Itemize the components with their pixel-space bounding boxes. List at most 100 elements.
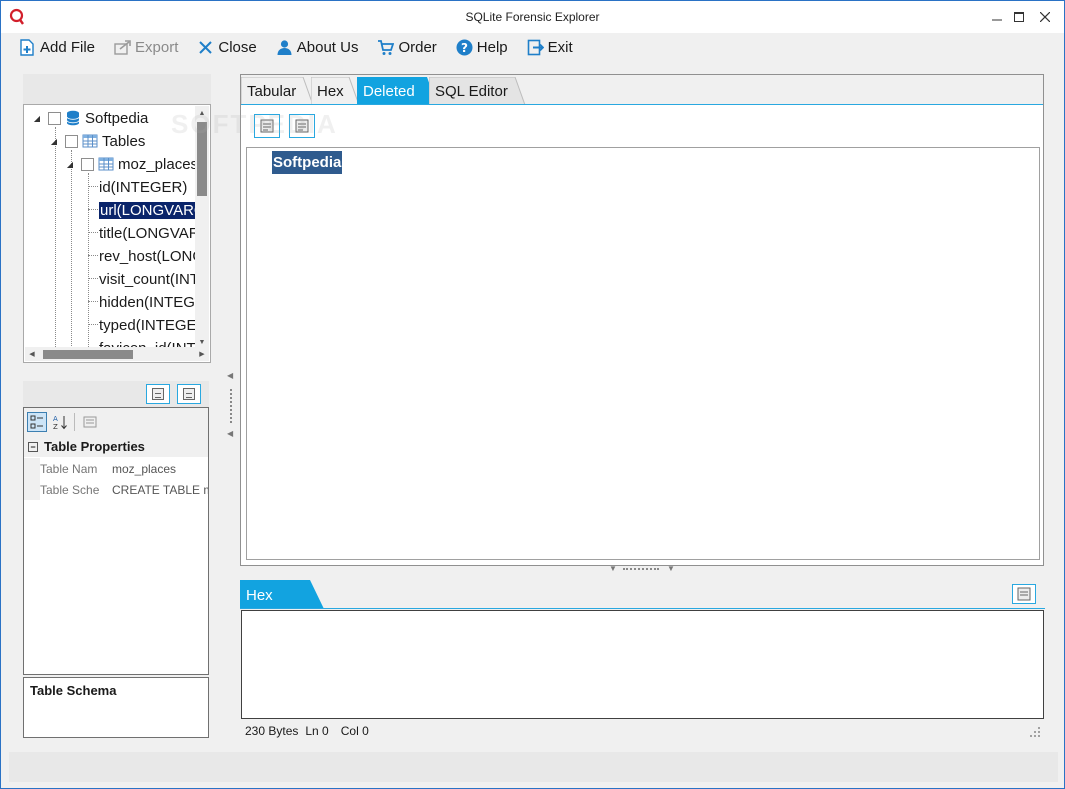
help-button[interactable]: ? Help: [446, 34, 517, 61]
tab-tabular[interactable]: Tabular: [241, 77, 314, 105]
tree-node-database[interactable]: ◢ Softpedia: [32, 107, 148, 129]
tree-connector: [55, 127, 56, 362]
table-icon: [82, 134, 98, 148]
tree-checkbox[interactable]: [65, 134, 78, 148]
about-us-button[interactable]: About Us: [266, 34, 368, 61]
tree-connector: [88, 209, 98, 210]
tree-connector: [88, 301, 98, 302]
deleted-db-node[interactable]: Softpedia: [272, 151, 343, 174]
tab-hex[interactable]: Hex: [311, 77, 360, 105]
property-row[interactable]: Table Nam moz_places: [24, 458, 208, 479]
tree-node-column[interactable]: typed(INTEGEI: [99, 314, 201, 336]
svg-text:Z: Z: [53, 423, 58, 430]
column-position: Col 0: [340, 724, 369, 738]
export-icon: [114, 39, 131, 56]
watermark: SOFTPEDIA: [171, 109, 338, 139]
splitter-grip: [230, 389, 232, 423]
hex-tab-underline: [240, 608, 1045, 609]
properties-save-button[interactable]: [177, 384, 201, 404]
properties-export-button[interactable]: [146, 384, 170, 404]
column-label: visit_count(INT: [99, 270, 200, 288]
tab-sql-editor[interactable]: SQL Editor: [429, 77, 529, 105]
splitter-arrow-icon: ◀: [227, 371, 234, 380]
hex-status-bar: 230 Bytes Ln 0 Col 0: [245, 724, 369, 738]
user-icon: [276, 39, 293, 56]
splitter-arrow-icon: ▼: [667, 564, 675, 573]
property-category[interactable]: − Table Properties: [24, 436, 208, 457]
tree-node-tables[interactable]: ◢ Tables: [49, 130, 145, 152]
order-button[interactable]: Order: [367, 34, 445, 61]
splitter-arrow-icon: ▼: [609, 564, 617, 573]
window-close-button[interactable]: [1033, 5, 1057, 29]
table-schema-panel: Table Schema: [23, 677, 209, 738]
scroll-right-icon[interactable]: ▶: [195, 347, 209, 361]
column-label: title(LONGVAR: [99, 224, 200, 242]
alphabetical-view-button[interactable]: AZ: [50, 412, 70, 432]
minimize-button[interactable]: [985, 5, 1009, 29]
property-value: moz_places: [112, 461, 177, 476]
property-name: Table Nam: [40, 461, 98, 476]
resize-grip-icon[interactable]: [1029, 726, 1041, 738]
property-grid: AZ − Table Properties Table Nam moz_plac…: [23, 407, 209, 675]
property-row[interactable]: Table Sche CREATE TABLE m: [24, 479, 208, 500]
tree-node-column[interactable]: hidden(INTEG: [99, 291, 195, 313]
properties-header: [23, 381, 209, 407]
maximize-icon: [1014, 12, 1024, 22]
tree-node-column[interactable]: rev_host(LONG: [99, 245, 204, 267]
table-schema-label: Table Schema: [30, 683, 117, 698]
about-us-label: About Us: [296, 39, 359, 56]
horizontal-splitter[interactable]: ▼ ▼: [601, 564, 681, 574]
deleted-records-view[interactable]: Softpedia: [246, 147, 1040, 560]
database-tree[interactable]: ◢ Softpedia ◢ Tables ◢ moz_places id(INT…: [23, 104, 211, 363]
column-label: hidden(INTEG: [99, 293, 195, 311]
tree-node-column-selected[interactable]: url(LONGVARC: [99, 199, 206, 221]
tree-node-column[interactable]: visit_count(INT: [99, 268, 199, 290]
vertical-splitter[interactable]: ◀ ◀: [227, 371, 235, 441]
close-file-button[interactable]: Close: [187, 34, 265, 61]
column-label: typed(INTEGEI: [99, 316, 201, 334]
property-grid-toolbar: AZ: [24, 408, 208, 436]
export-button[interactable]: Export: [104, 34, 187, 61]
tree-label-database: Softpedia: [85, 109, 149, 127]
add-file-button[interactable]: Add File: [9, 34, 104, 61]
category-label: Table Properties: [44, 439, 145, 454]
tree-connector: [88, 255, 98, 256]
svg-text:?: ?: [461, 41, 468, 55]
main-view-panel: Tabular Hex Deleted SQL Editor Softpedia: [240, 74, 1044, 566]
collapse-arrow-icon[interactable]: ◢: [49, 136, 59, 146]
tab-deleted[interactable]: Deleted: [357, 77, 437, 105]
help-icon: ?: [456, 39, 473, 56]
tree-label-table: moz_places: [118, 155, 199, 173]
categorized-view-button[interactable]: [27, 412, 47, 432]
hex-tab-label: Hex: [246, 587, 273, 604]
toolbar-divider: [74, 413, 75, 431]
collapse-arrow-icon[interactable]: ◢: [32, 113, 42, 123]
tree-horizontal-scrollbar[interactable]: ◀ ▶: [25, 347, 209, 361]
hex-panel-tab[interactable]: Hex: [240, 580, 326, 609]
exit-button[interactable]: Exit: [517, 34, 582, 61]
tree-checkbox[interactable]: [48, 111, 61, 125]
close-x-icon: [197, 39, 214, 56]
exit-icon: [527, 39, 544, 56]
help-label: Help: [476, 39, 508, 56]
tree-node-table[interactable]: ◢ moz_places: [65, 153, 198, 175]
scroll-left-icon[interactable]: ◀: [25, 347, 39, 361]
tree-vertical-scrollbar[interactable]: ▲ ▼: [195, 106, 209, 349]
tree-label-tables: Tables: [102, 132, 146, 150]
tree-node-column[interactable]: id(INTEGER): [99, 176, 187, 198]
maximize-button[interactable]: [1007, 5, 1031, 29]
window-title: SQLite Forensic Explorer: [465, 10, 600, 24]
tree-node-column[interactable]: title(LONGVAR: [99, 222, 200, 244]
collapse-arrow-icon[interactable]: ◢: [65, 159, 75, 169]
property-pages-button[interactable]: [80, 412, 100, 432]
scroll-thumb[interactable]: [43, 350, 133, 359]
tree-checkbox[interactable]: [81, 157, 94, 171]
tab-underline: [241, 104, 1043, 105]
hex-viewer[interactable]: [241, 610, 1044, 719]
categorized-icon: [30, 415, 43, 429]
tab-label: Tabular: [247, 82, 297, 100]
column-label: id(INTEGER): [99, 178, 188, 196]
hex-export-button[interactable]: [1012, 584, 1036, 604]
document-icon: [1017, 587, 1031, 601]
collapse-minus-icon[interactable]: −: [28, 441, 38, 452]
